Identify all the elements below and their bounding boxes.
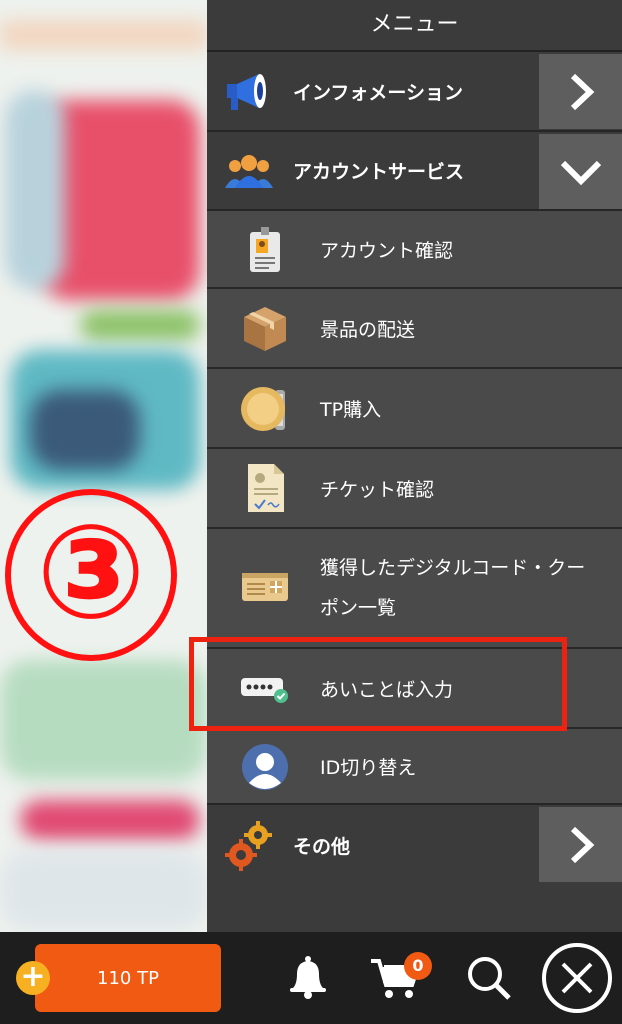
menu-item-label: ID切り替え <box>320 756 417 779</box>
chevron-right-icon[interactable] <box>539 54 622 129</box>
menu-item-ticket-confirm[interactable]: チケット確認 <box>207 449 622 529</box>
menu-section-information[interactable]: インフォメーション <box>207 52 622 132</box>
menu-item-label-line1: 獲得したデジタルコード・クー <box>320 557 586 579</box>
menu-item-label: TP購入 <box>320 398 382 421</box>
background-page: ③ <box>0 0 207 932</box>
menu-item-account-confirm[interactable]: アカウント確認 <box>207 211 622 289</box>
tp-balance-button[interactable]: 110 TP <box>35 944 221 1012</box>
menu-item-label: チケット確認 <box>320 478 435 501</box>
menu-item-label: 景品の配送 <box>320 318 416 341</box>
step-number-marker: ③ <box>5 489 177 661</box>
plus-icon[interactable]: + <box>16 961 50 995</box>
coin-icon <box>239 383 291 435</box>
id-badge-icon <box>247 225 283 275</box>
user-icon <box>241 743 289 791</box>
menu-section-label: その他 <box>293 835 351 858</box>
menu-section-label: アカウントサービス <box>293 161 465 183</box>
menu-item-label: アカウント確認 <box>320 239 454 262</box>
megaphone-icon <box>225 70 271 114</box>
menu-item-tp-purchase[interactable]: TP購入 <box>207 369 622 449</box>
gears-icon <box>225 819 275 871</box>
highlight-box <box>189 637 567 731</box>
cart-count: 0 <box>412 956 424 975</box>
box-icon <box>239 303 291 355</box>
cart-count-badge: 0 <box>404 952 432 980</box>
menu-item-label-line2: ポン一覧 <box>320 597 397 619</box>
chevron-right-icon[interactable] <box>539 807 622 882</box>
menu-section-label: インフォメーション <box>293 81 464 104</box>
search-icon[interactable] <box>464 953 514 1003</box>
side-menu: メニュー インフォメーション アカウントサービス アカウント確認 景品の配送 T… <box>207 0 622 932</box>
bell-icon[interactable] <box>286 953 330 1001</box>
tp-label: 110 TP <box>97 967 159 989</box>
menu-item-prize-delivery[interactable]: 景品の配送 <box>207 289 622 369</box>
menu-section-account-services[interactable]: アカウントサービス <box>207 132 622 211</box>
menu-item-digital-codes[interactable]: 獲得したデジタルコード・クー ポン一覧 <box>207 529 622 649</box>
ticket-icon <box>239 567 291 607</box>
menu-item-id-switch[interactable]: ID切り替え <box>207 729 622 805</box>
menu-section-other[interactable]: その他 <box>207 805 622 885</box>
people-icon <box>225 152 273 192</box>
menu-title: メニュー <box>207 0 622 52</box>
close-icon[interactable] <box>540 941 614 1015</box>
document-icon <box>245 461 287 515</box>
chevron-down-icon[interactable] <box>539 134 622 209</box>
